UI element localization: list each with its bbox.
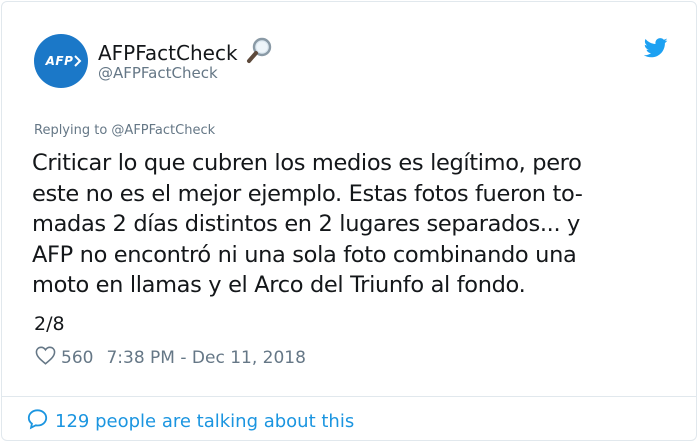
twitter-bird-icon[interactable]	[643, 38, 668, 62]
avatar[interactable]: AFP	[34, 34, 88, 88]
people-talking-link[interactable]: 129 people are talking about this	[26, 408, 354, 434]
replying-to[interactable]: Replying to @AFPFactCheck	[34, 123, 215, 138]
tweet-timestamp[interactable]: 7:38 PM - Dec 11, 2018	[106, 348, 305, 368]
tweet-text: Criticar lo que cubren los medios es leg…	[32, 150, 583, 298]
speech-bubble-icon	[26, 408, 49, 435]
people-talking-label[interactable]: 129 people are talking about this	[55, 411, 354, 432]
like-count[interactable]: 560	[61, 348, 93, 368]
afp-chevron-icon	[74, 55, 82, 67]
author-display-name[interactable]: AFPFactCheck	[98, 41, 238, 65]
thread-position: 2/8	[34, 313, 65, 335]
tweet-meta: 560 7:38 PM - Dec 11, 2018	[35, 346, 306, 370]
author-handle[interactable]: @AFPFactCheck	[98, 64, 218, 82]
tweet-card: AFP AFPFactCheck @AFPFactCheck Replying …	[1, 1, 697, 441]
avatar-logo-text: AFP	[45, 54, 74, 68]
heart-icon[interactable]	[35, 346, 56, 370]
divider	[2, 396, 696, 397]
magnifier-icon	[246, 36, 274, 69]
